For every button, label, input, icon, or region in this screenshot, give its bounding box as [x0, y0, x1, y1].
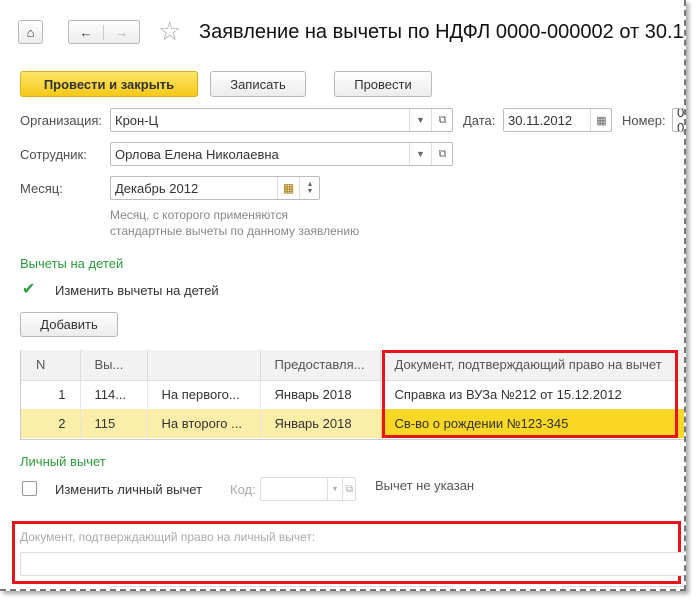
- month-hint-line1: Месяц, с которого применяются: [110, 208, 288, 222]
- org-label: Организация:: [20, 113, 103, 128]
- bottom-field[interactable]: [110, 586, 453, 589]
- cell-n: 1: [20, 380, 81, 409]
- change-personal-label: Изменить личный вычет: [55, 482, 203, 497]
- forward-button[interactable]: →: [104, 25, 139, 40]
- col-code[interactable]: Вы...: [80, 350, 148, 381]
- calendar-icon[interactable]: ▦: [590, 109, 612, 131]
- cell-code: 115: [80, 409, 148, 438]
- change-children-checkbox[interactable]: ✔: [22, 281, 37, 298]
- bottom-field[interactable]: [562, 586, 684, 589]
- add-button[interactable]: Добавить: [20, 312, 118, 337]
- dropdown-icon[interactable]: ▼: [327, 478, 342, 500]
- cell-code: 114...: [80, 380, 148, 409]
- number-label: Номер:: [622, 113, 666, 128]
- change-children-label: Изменить вычеты на детей: [55, 283, 219, 298]
- employee-value: Орлова Елена Николаевна: [115, 146, 279, 162]
- cell-description: На второго ...: [147, 409, 261, 438]
- number-field[interactable]: 0000-000002: [672, 108, 685, 132]
- page-title: Заявление на вычеты по НДФЛ 0000-000002 …: [199, 21, 684, 43]
- col-description[interactable]: [147, 350, 261, 381]
- org-value: Крон-Ц: [115, 112, 159, 128]
- table-border: [20, 350, 21, 440]
- children-section-title: Вычеты на детей: [20, 256, 124, 271]
- open-icon[interactable]: ⧉: [431, 109, 453, 131]
- table-border: [20, 439, 684, 440]
- code-field[interactable]: ▼ ⧉: [260, 477, 356, 501]
- cell-description: На первого...: [147, 380, 261, 409]
- document-window: ⌂ ← → ☆ Заявление на вычеты по НДФЛ 0000…: [0, 0, 686, 591]
- employee-field[interactable]: Орлова Елена Николаевна ▼ ⧉: [110, 142, 453, 166]
- org-field[interactable]: Крон-Ц ▼ ⧉: [110, 108, 453, 132]
- month-label: Месяц:: [20, 181, 63, 196]
- month-hint-line2: стандартные вычеты по данному заявлению: [110, 224, 360, 238]
- cell-n: 2: [20, 409, 81, 438]
- cell-from: Январь 2018: [260, 409, 381, 438]
- col-from[interactable]: Предоставля...: [260, 350, 381, 381]
- personal-section-title: Личный вычет: [20, 454, 106, 469]
- dropdown-icon[interactable]: ▼: [409, 143, 431, 165]
- date-field[interactable]: 30.11.2012 ▦: [503, 108, 612, 132]
- col-n[interactable]: N: [20, 350, 81, 381]
- open-icon[interactable]: ⧉: [342, 478, 356, 500]
- nav-group: ← →: [68, 20, 140, 44]
- month-value: Декабрь 2012: [115, 180, 199, 196]
- employee-label: Сотрудник:: [20, 147, 87, 162]
- home-button[interactable]: ⌂: [18, 20, 43, 44]
- open-icon[interactable]: ⧉: [431, 143, 453, 165]
- personal-doc-label: Документ, подтверждающий право на личный…: [20, 530, 316, 544]
- post-and-close-button[interactable]: Провести и закрыть: [20, 71, 198, 97]
- highlight-frame: [382, 350, 678, 438]
- personal-doc-field[interactable]: [20, 552, 684, 576]
- back-button[interactable]: ←: [69, 24, 104, 40]
- date-label: Дата:: [463, 113, 496, 128]
- deduction-status: Вычет не указан: [375, 478, 475, 493]
- month-field[interactable]: Декабрь 2012 ▦ ▲ ▼: [110, 176, 320, 200]
- home-icon: ⌂: [26, 24, 35, 40]
- code-label: Код:: [230, 482, 256, 497]
- date-value: 30.11.2012: [508, 112, 573, 128]
- number-value: 0000-000002: [677, 108, 685, 132]
- save-button[interactable]: Записать: [210, 71, 306, 97]
- star-icon[interactable]: ☆: [158, 16, 181, 47]
- checkmark-icon: ✔: [22, 281, 36, 298]
- dropdown-icon[interactable]: ▼: [409, 109, 431, 131]
- change-personal-checkbox[interactable]: [22, 481, 37, 496]
- calendar-icon[interactable]: ▦: [277, 177, 299, 199]
- post-button[interactable]: Провести: [334, 71, 432, 97]
- cell-from: Январь 2018: [260, 380, 381, 409]
- spinner[interactable]: ▲ ▼: [299, 177, 320, 199]
